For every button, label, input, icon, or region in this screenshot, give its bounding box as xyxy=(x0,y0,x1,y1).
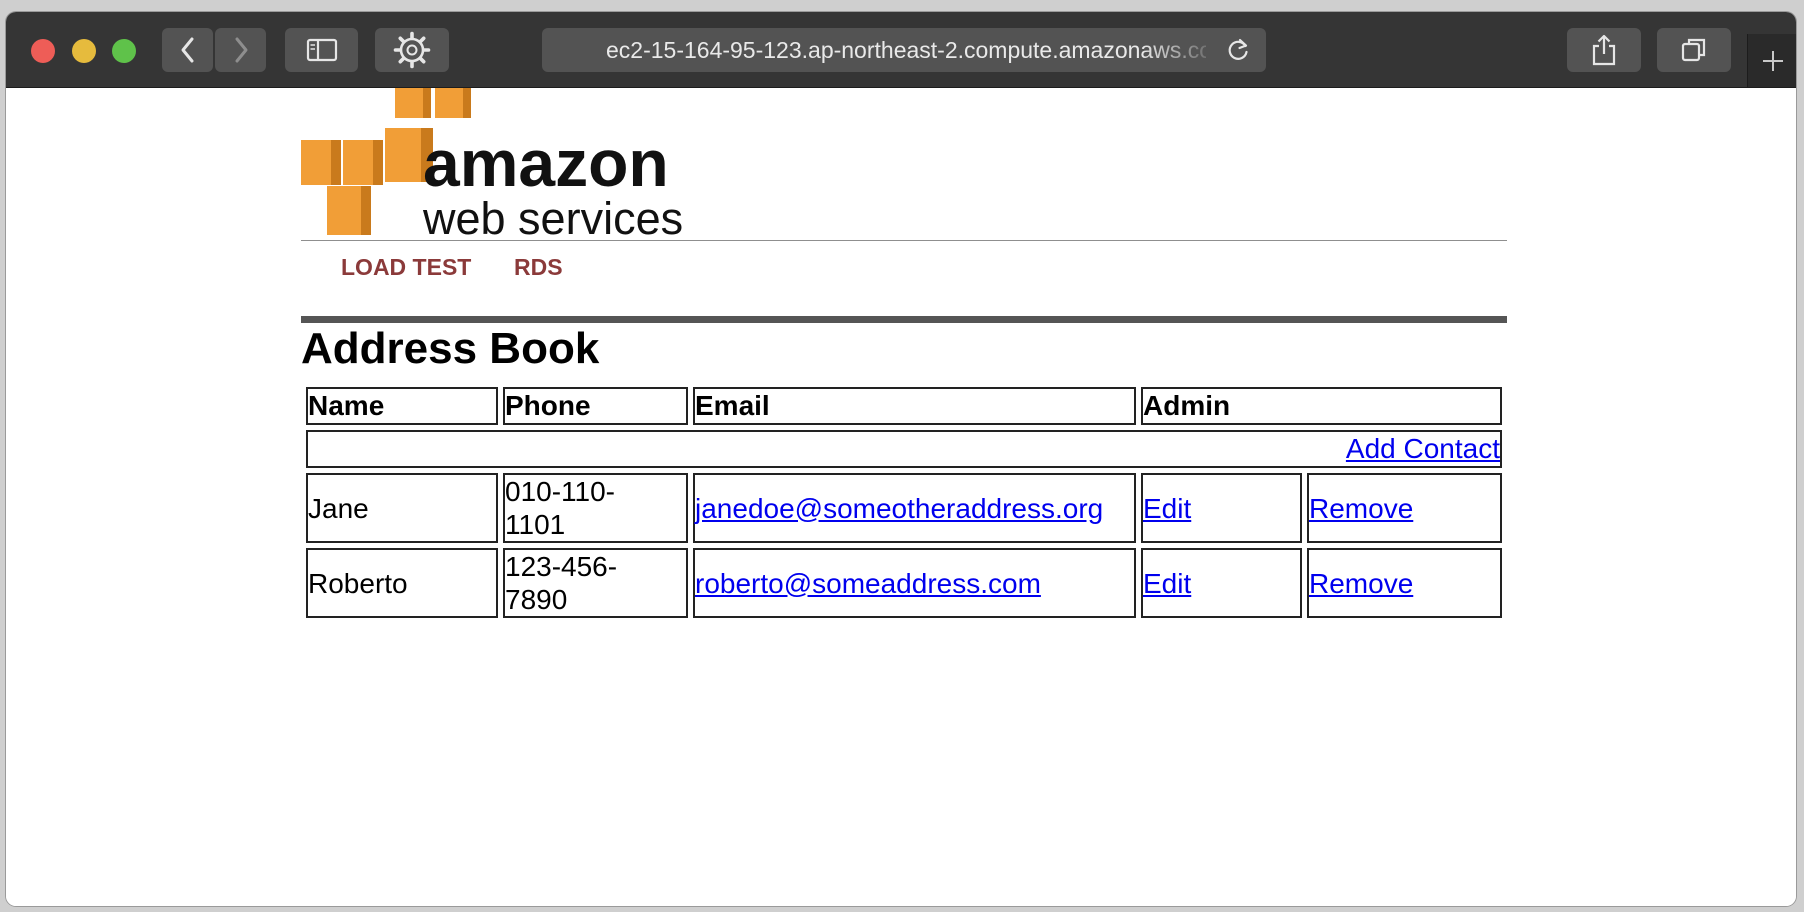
share-icon xyxy=(1592,34,1616,66)
plus-icon xyxy=(1762,50,1783,71)
nav-divider xyxy=(301,316,1507,323)
add-contact-row: Add Contact xyxy=(306,430,1502,468)
sidebar-icon xyxy=(306,38,337,62)
add-contact-link[interactable]: Add Contact xyxy=(1346,433,1500,464)
contact-name: Roberto xyxy=(306,548,498,618)
phone-line1: 123-456- xyxy=(505,551,618,582)
reload-icon[interactable] xyxy=(1225,37,1251,63)
tabs-icon xyxy=(1681,38,1706,62)
header-divider xyxy=(301,240,1507,241)
gear-icon xyxy=(393,31,431,69)
remove-link[interactable]: Remove xyxy=(1309,493,1413,524)
logo-line2: web services xyxy=(422,193,683,238)
minimize-window-button[interactable] xyxy=(72,39,96,63)
contact-email-cell: roberto@someaddress.com xyxy=(693,548,1136,618)
phone-line2: 1101 xyxy=(505,509,566,540)
browser-toolbar: ec2-15-164-95-123.ap-northeast-2.compute… xyxy=(6,12,1796,88)
address-book-table: Name Phone Email Admin Add Contact Jane … xyxy=(301,382,1507,623)
tabs-overview-button[interactable] xyxy=(1657,28,1731,72)
contact-name: Jane xyxy=(306,473,498,543)
remove-link[interactable]: Remove xyxy=(1309,568,1413,599)
phone-line1: 010-110- xyxy=(505,476,616,507)
sidebar-button[interactable] xyxy=(285,28,358,72)
page-content: amazon web services LOAD TEST RDS Addres… xyxy=(6,88,1796,906)
contact-email-link[interactable]: janedoe@someotheraddress.org xyxy=(695,493,1103,524)
header-email: Email xyxy=(693,387,1136,425)
edit-link[interactable]: Edit xyxy=(1143,493,1191,524)
remove-cell: Remove xyxy=(1307,473,1502,543)
contact-phone: 123-456- 7890 xyxy=(503,548,688,618)
back-button[interactable] xyxy=(162,28,213,72)
phone-line2: 7890 xyxy=(505,584,568,615)
table-row: Roberto 123-456- 7890 roberto@someaddress… xyxy=(306,548,1502,618)
nav-load-test[interactable]: LOAD TEST xyxy=(341,254,471,281)
page-title: Address Book xyxy=(301,324,600,373)
contact-phone: 010-110- 1101 xyxy=(503,473,688,543)
new-tab-button[interactable] xyxy=(1747,34,1796,87)
header-phone: Phone xyxy=(503,387,688,425)
close-window-button[interactable] xyxy=(31,39,55,63)
edit-link[interactable]: Edit xyxy=(1143,568,1191,599)
logo-line1: amazon xyxy=(423,126,669,200)
chevron-right-icon xyxy=(235,37,247,63)
contact-email-link[interactable]: roberto@someaddress.com xyxy=(695,568,1041,599)
table-header-row: Name Phone Email Admin xyxy=(306,387,1502,425)
contact-email-cell: janedoe@someotheraddress.org xyxy=(693,473,1136,543)
zoom-window-button[interactable] xyxy=(112,39,136,63)
url-text: ec2-15-164-95-123.ap-northeast-2.compute… xyxy=(606,37,1206,63)
url-fade xyxy=(1142,28,1222,72)
edit-cell: Edit xyxy=(1141,548,1302,618)
edit-cell: Edit xyxy=(1141,473,1302,543)
nav-rds[interactable]: RDS xyxy=(514,254,563,281)
address-bar[interactable]: ec2-15-164-95-123.ap-northeast-2.compute… xyxy=(542,28,1266,72)
add-contact-cell: Add Contact xyxy=(306,430,1502,468)
share-button[interactable] xyxy=(1567,28,1641,72)
table-row: Jane 010-110- 1101 janedoe@someotheraddre… xyxy=(306,473,1502,543)
settings-button[interactable] xyxy=(375,28,449,72)
chevron-left-icon xyxy=(181,37,193,63)
navigation-buttons xyxy=(162,28,266,72)
forward-button[interactable] xyxy=(215,28,266,72)
browser-window: ec2-15-164-95-123.ap-northeast-2.compute… xyxy=(6,12,1796,906)
header-name: Name xyxy=(306,387,498,425)
remove-cell: Remove xyxy=(1307,548,1502,618)
header-admin: Admin xyxy=(1141,387,1502,425)
aws-logo: amazon web services xyxy=(301,88,683,238)
